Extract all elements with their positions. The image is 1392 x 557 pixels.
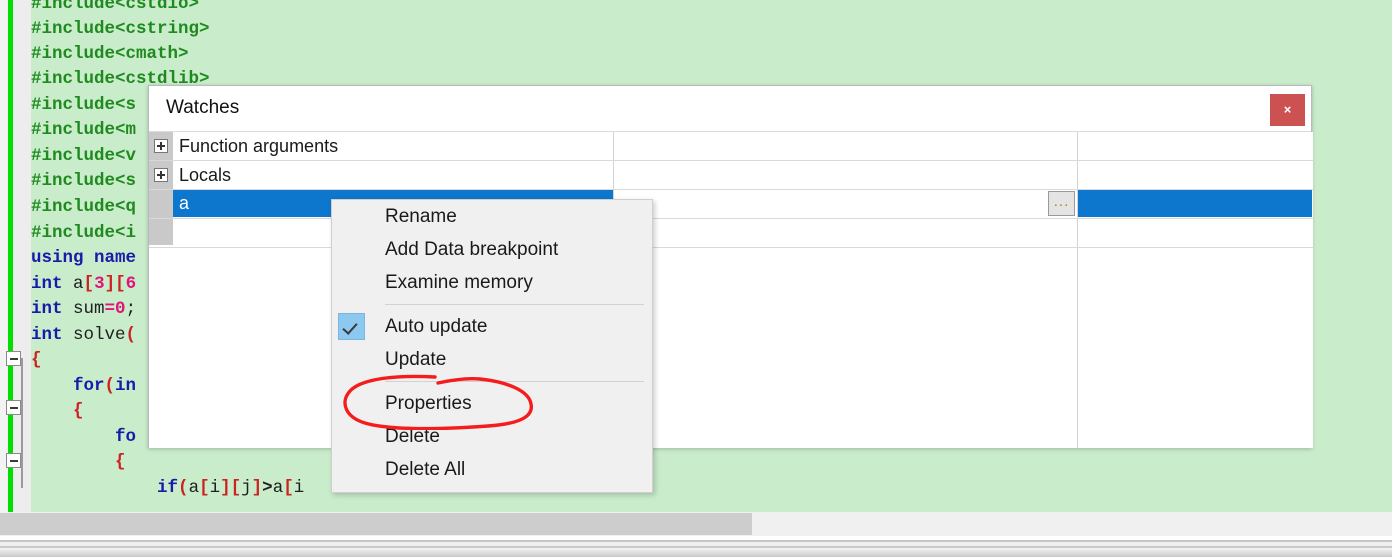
menu-item-add-data-breakpoint[interactable]: Add Data breakpoint — [332, 233, 652, 266]
fold-marker-3[interactable] — [6, 453, 21, 468]
menu-separator — [385, 304, 644, 305]
table-row[interactable]: Locals — [149, 161, 1313, 190]
menu-item-label: Auto update — [385, 316, 488, 337]
check-icon — [338, 313, 365, 340]
menu-item-properties[interactable]: Properties — [332, 387, 652, 420]
menu-separator — [385, 381, 644, 382]
menu-item-update[interactable]: Update — [332, 343, 652, 376]
watch-row-label: a — [179, 193, 190, 213]
expand-plus-icon[interactable] — [154, 168, 168, 182]
menu-item-examine-memory[interactable]: Examine memory — [332, 266, 652, 299]
horizontal-scrollbar-thumb[interactable] — [0, 513, 752, 535]
dialog-title: Watches — [166, 97, 240, 118]
watch-row-label: Locals — [179, 165, 232, 185]
table-row[interactable]: Function arguments — [149, 132, 1313, 161]
watches-table[interactable]: Function arguments Locals a ... — [149, 132, 1313, 448]
menu-item-delete-all[interactable]: Delete All — [332, 453, 652, 486]
fold-marker-2[interactable] — [6, 400, 21, 415]
ellipsis-button[interactable]: ... — [1048, 191, 1075, 216]
menu-item-delete[interactable]: Delete — [332, 420, 652, 453]
fold-marker-1[interactable] — [6, 351, 21, 366]
editor-left-margin — [0, 0, 8, 512]
menu-item-rename[interactable]: Rename — [332, 200, 652, 233]
fold-connector — [21, 358, 23, 488]
watch-row-label: Function arguments — [179, 136, 339, 156]
dialog-titlebar[interactable]: Watches × — [149, 86, 1311, 132]
menu-item-auto-update[interactable]: Auto update — [332, 310, 652, 343]
watch-row-selected-right[interactable] — [1078, 190, 1312, 217]
close-icon[interactable]: × — [1270, 94, 1305, 126]
watches-dialog: Watches × Function arguments Locals a ..… — [148, 85, 1313, 448]
table-row[interactable] — [149, 219, 1313, 248]
expand-plus-icon[interactable] — [154, 139, 168, 153]
context-menu[interactable]: Rename Add Data breakpoint Examine memor… — [331, 199, 653, 493]
status-strip-5 — [0, 548, 1392, 557]
screen-root: #include<cstdio> #include<cstring> #incl… — [0, 0, 1392, 557]
